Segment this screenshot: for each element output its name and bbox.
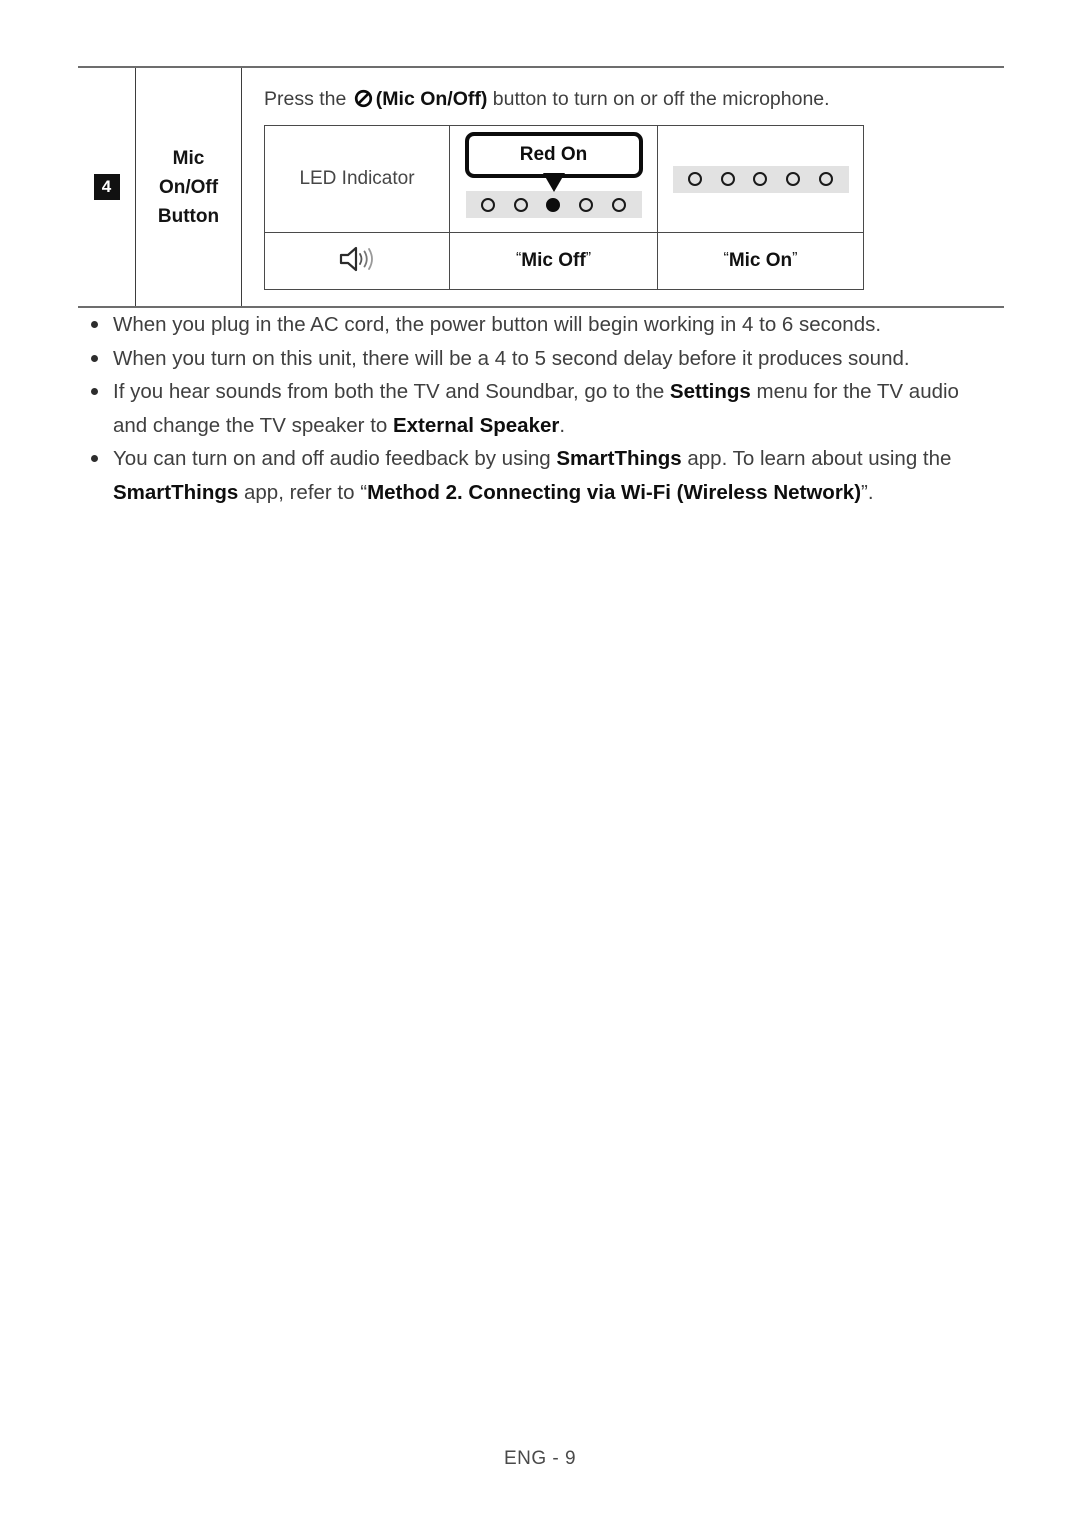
mic-on-caption-cell: “Mic On” bbox=[658, 233, 863, 289]
bullet-icon bbox=[91, 321, 98, 328]
table-row: 4 Mic On/Off Button Press the (Mic On/Of… bbox=[78, 68, 1004, 306]
bullet-icon bbox=[91, 354, 98, 362]
notes-list: When you plug in the AC cord, the power … bbox=[85, 308, 997, 509]
led-dot bbox=[579, 197, 594, 212]
note-text: When you turn on this unit, there will b… bbox=[113, 346, 910, 370]
mic-on-caption: “Mic On” bbox=[724, 250, 798, 272]
note-text-part: ”. bbox=[861, 480, 874, 504]
open-quote: “ bbox=[723, 250, 729, 267]
led-dot bbox=[687, 172, 702, 186]
led-dot bbox=[753, 172, 768, 186]
led-indicator-label: LED Indicator bbox=[299, 168, 415, 189]
feature-label-line-1: Mic bbox=[172, 147, 205, 169]
feature-label-cell: Mic On/Off Button bbox=[136, 68, 242, 306]
led-dot bbox=[720, 172, 735, 186]
led-dot bbox=[480, 197, 495, 212]
list-item: If you hear sounds from both the TV and … bbox=[85, 375, 997, 442]
bullet-icon bbox=[91, 455, 98, 462]
mic-off-led-strip bbox=[465, 191, 642, 218]
bullet-icon bbox=[91, 388, 98, 395]
note-bold-method-reference: Method 2. Connecting via Wi-Fi (Wireless… bbox=[367, 480, 862, 504]
mic-off-led-stack: Red On bbox=[464, 126, 643, 232]
mic-on-caption-text: Mic On bbox=[728, 250, 793, 271]
close-quote: ” bbox=[585, 250, 592, 267]
feature-label-line-3: Button bbox=[157, 205, 220, 227]
led-indicator-row: LED Indicator Red On bbox=[265, 126, 863, 232]
note-text: When you plug in the AC cord, the power … bbox=[113, 313, 882, 336]
note-text-part: If you hear sounds from both the TV and … bbox=[113, 380, 670, 403]
red-on-callout-label: Red On bbox=[519, 144, 588, 165]
note-text-part: . bbox=[559, 413, 566, 437]
page-number: ENG - 9 bbox=[503, 1448, 577, 1469]
mic-off-caption-cell: “Mic Off” bbox=[450, 233, 658, 289]
instruction-prefix: Press the bbox=[264, 88, 352, 110]
open-quote: “ bbox=[515, 250, 522, 267]
instruction-text: Press the (Mic On/Off) button to turn on… bbox=[264, 86, 1004, 112]
note-bold-external-speaker: External Speaker bbox=[392, 413, 560, 437]
mic-button-feature-table: 4 Mic On/Off Button Press the (Mic On/Of… bbox=[78, 66, 1004, 308]
feature-body-cell: Press the (Mic On/Off) button to turn on… bbox=[242, 68, 1004, 306]
led-dot bbox=[786, 172, 801, 186]
led-dot-active bbox=[546, 197, 561, 212]
feature-label-line-2: On/Off bbox=[158, 176, 219, 198]
feature-number-cell: 4 bbox=[78, 68, 136, 306]
led-dot bbox=[819, 172, 834, 186]
mic-off-caption-text: Mic Off bbox=[521, 250, 586, 271]
instruction-suffix: button to turn on or off the microphone. bbox=[487, 88, 830, 110]
mic-on-led-strip bbox=[672, 165, 849, 193]
speaker-icon-cell bbox=[265, 233, 450, 289]
led-indicator-header-cell: LED Indicator bbox=[265, 126, 450, 232]
feature-label: Mic On/Off Button bbox=[158, 144, 219, 231]
red-on-callout: Red On bbox=[464, 132, 643, 178]
mic-off-caption: “Mic Off” bbox=[516, 250, 591, 272]
note-bold-settings: Settings bbox=[669, 380, 751, 403]
mic-off-icon bbox=[354, 89, 373, 108]
speaker-sound-icon bbox=[337, 244, 377, 279]
led-indicator-table: LED Indicator Red On “Mic Off” “Mic On” bbox=[264, 125, 864, 290]
mic-off-led-cell: Red On bbox=[450, 126, 658, 232]
note-bold-smartthings-2: SmartThings bbox=[113, 480, 239, 504]
note-text-part: app, refer to “ bbox=[238, 480, 368, 504]
led-dot bbox=[513, 197, 528, 212]
note-bold-smartthings: SmartThings bbox=[556, 447, 682, 470]
voice-prompt-row: “Mic Off” “Mic On” bbox=[265, 232, 863, 289]
list-item: When you turn on this unit, there will b… bbox=[85, 342, 997, 376]
feature-number-badge: 4 bbox=[93, 174, 120, 200]
page-footer: ENG - 9 bbox=[0, 1448, 1080, 1470]
instruction-bold: (Mic On/Off) bbox=[375, 88, 488, 110]
note-text-part: You can turn on and off audio feedback b… bbox=[113, 447, 557, 470]
led-dot bbox=[612, 197, 627, 212]
list-item: When you plug in the AC cord, the power … bbox=[85, 308, 997, 342]
list-item: You can turn on and off audio feedback b… bbox=[85, 442, 997, 509]
close-quote: ” bbox=[792, 250, 798, 267]
mic-on-led-cell bbox=[658, 126, 863, 232]
note-text-part: app. To learn about using the bbox=[681, 447, 952, 470]
